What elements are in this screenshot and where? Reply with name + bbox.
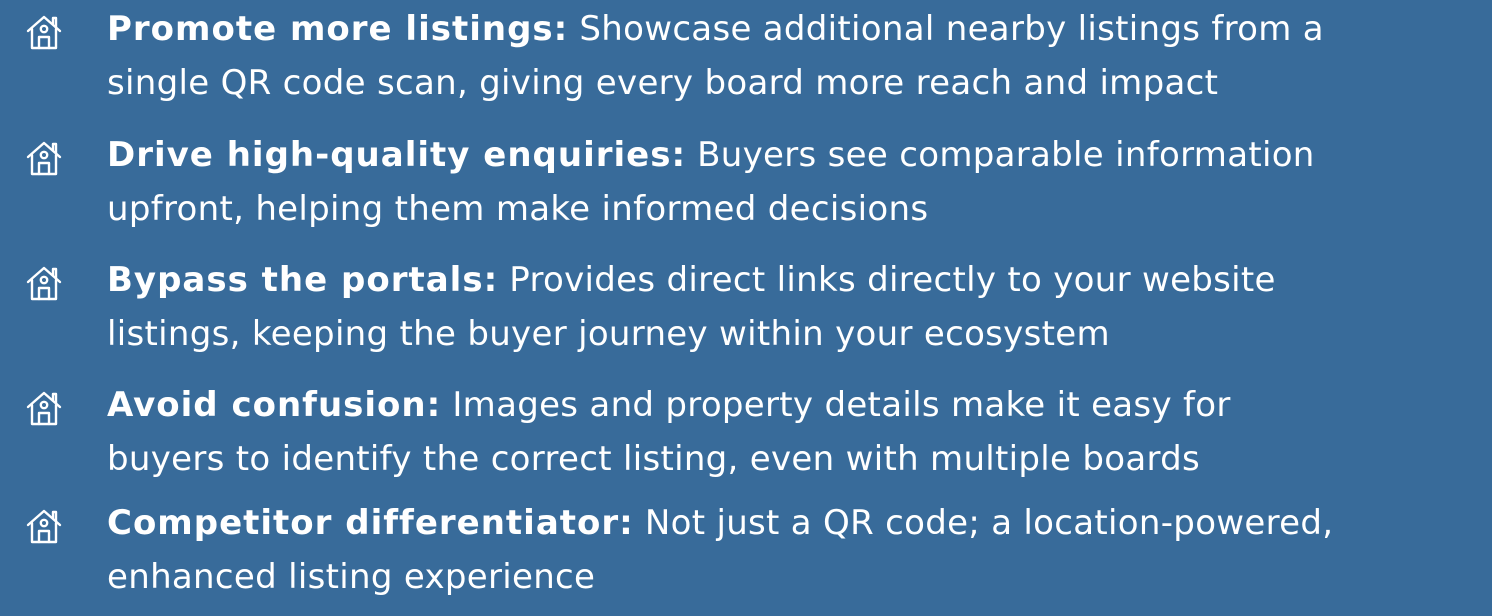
feature-list: Promote more listings: Showcase addition…: [0, 0, 1492, 603]
house-icon: [24, 263, 64, 303]
feature-line-1: Competitor differentiator: Not just a QR…: [107, 496, 1482, 550]
feature-item-bypass-the-portals: Bypass the portals: Provides direct link…: [0, 253, 1492, 373]
feature-description-line-2: buyers to identify the correct listing, …: [107, 439, 1201, 479]
feature-description-line-2: listings, keeping the buyer journey with…: [107, 314, 1110, 354]
feature-description-line-2: enhanced listing experience: [107, 557, 596, 597]
feature-line-1: Promote more listings: Showcase addition…: [107, 2, 1482, 56]
feature-description-line-1: Buyers see comparable information: [697, 135, 1315, 175]
house-icon: [24, 506, 64, 546]
feature-title: Promote more listings:: [107, 9, 569, 49]
feature-title: Drive high-quality enquiries:: [107, 135, 687, 175]
feature-description-line-1: Showcase additional nearby listings from…: [579, 9, 1324, 49]
house-icon: [24, 12, 64, 52]
feature-text: Promote more listings: Showcase addition…: [107, 2, 1482, 110]
feature-line-1: Bypass the portals: Provides direct link…: [107, 253, 1482, 307]
feature-description-line-1: Images and property details make it easy…: [452, 385, 1231, 425]
feature-title: Bypass the portals:: [107, 260, 499, 300]
feature-title: Competitor differentiator:: [107, 503, 634, 543]
feature-description-line-1: Not just a QR code; a location-powered,: [644, 503, 1334, 543]
feature-item-avoid-confusion: Avoid confusion: Images and property det…: [0, 378, 1492, 498]
feature-item-promote-more-listings: Promote more listings: Showcase addition…: [0, 2, 1492, 122]
feature-title: Avoid confusion:: [107, 385, 442, 425]
feature-line-1: Drive high-quality enquiries: Buyers see…: [107, 128, 1482, 182]
feature-text: Competitor differentiator: Not just a QR…: [107, 496, 1482, 604]
feature-description-line-2: single QR code scan, giving every board …: [107, 63, 1219, 103]
feature-text: Drive high-quality enquiries: Buyers see…: [107, 128, 1482, 236]
feature-item-competitor-differentiator: Competitor differentiator: Not just a QR…: [0, 496, 1492, 616]
feature-description-line-1: Provides direct links directly to your w…: [509, 260, 1276, 300]
feature-item-drive-high-quality-enquiries: Drive high-quality enquiries: Buyers see…: [0, 128, 1492, 248]
feature-text: Bypass the portals: Provides direct link…: [107, 253, 1482, 361]
house-icon: [24, 388, 64, 428]
feature-text: Avoid confusion: Images and property det…: [107, 378, 1482, 486]
feature-line-1: Avoid confusion: Images and property det…: [107, 378, 1482, 432]
house-icon: [24, 138, 64, 178]
feature-description-line-2: upfront, helping them make informed deci…: [107, 189, 929, 229]
